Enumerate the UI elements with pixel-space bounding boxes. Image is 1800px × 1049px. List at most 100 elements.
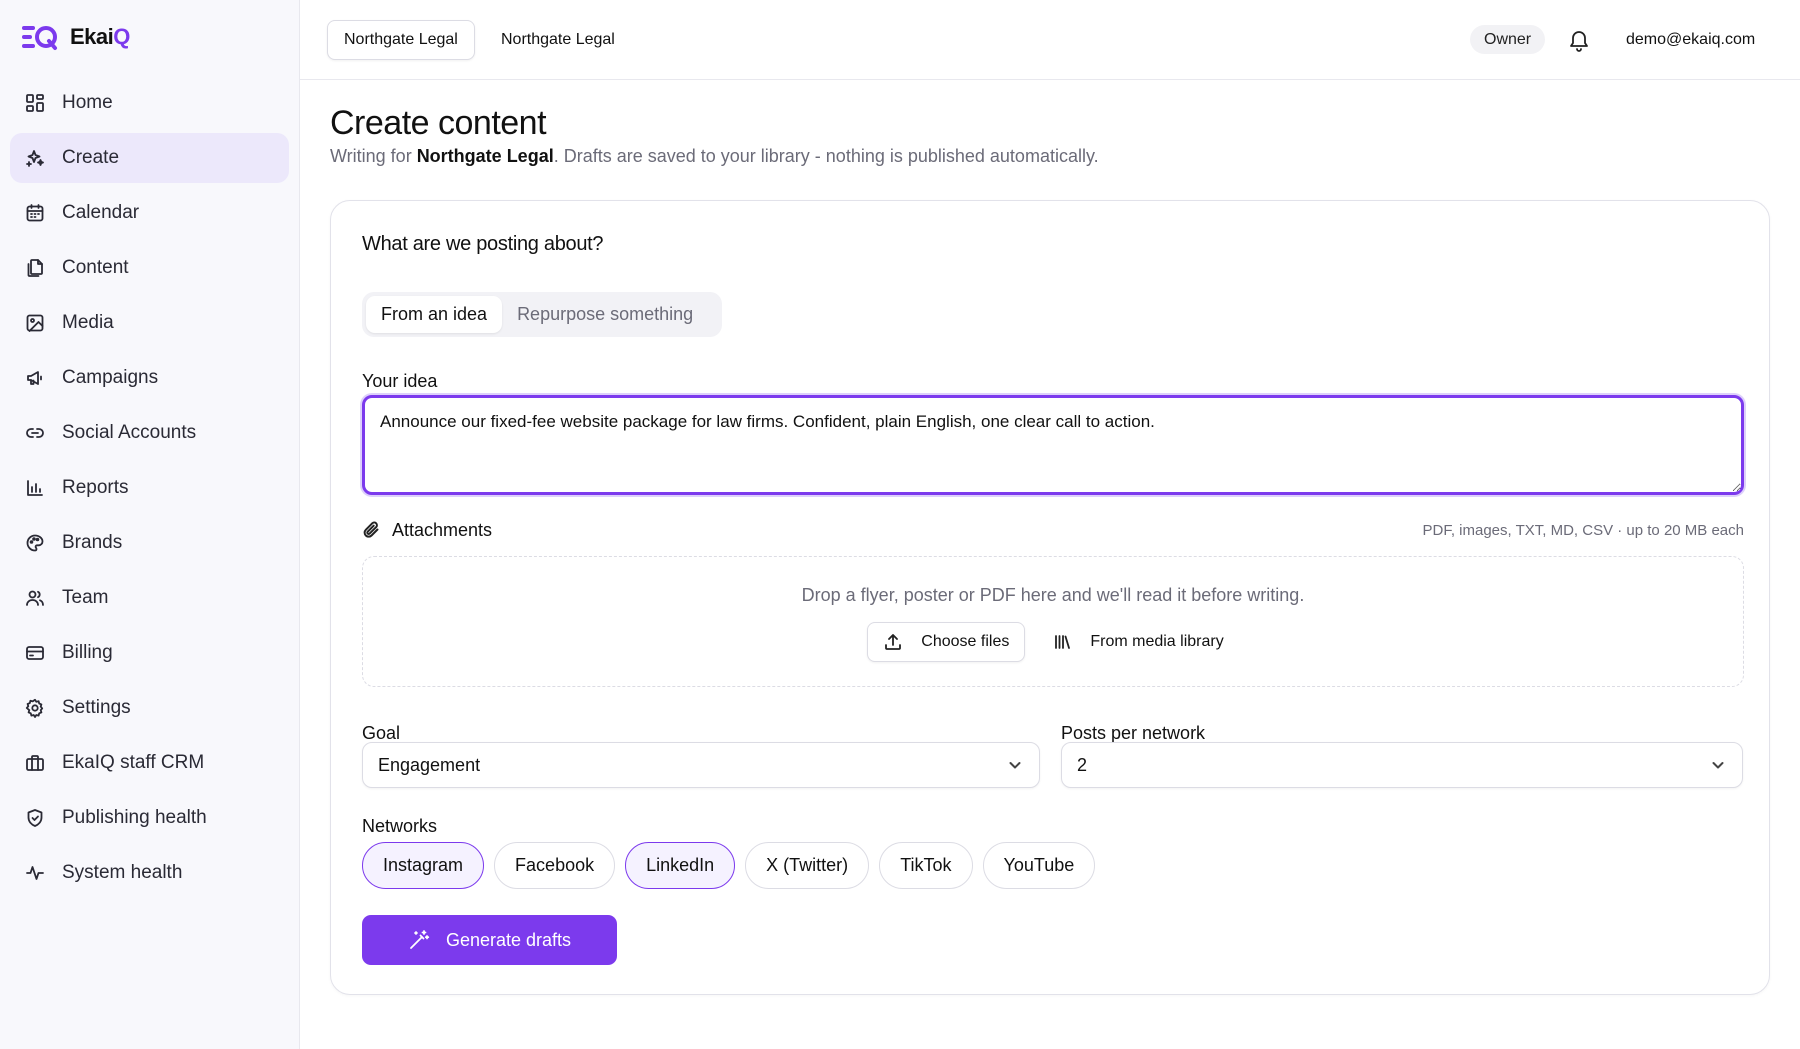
sidebar-item-label: Reports xyxy=(62,477,129,498)
sidebar-item-campaigns[interactable]: Campaigns xyxy=(10,353,289,403)
media-library-label: From media library xyxy=(1090,633,1224,650)
briefcase-icon xyxy=(26,755,44,771)
generate-drafts-button[interactable]: Generate drafts xyxy=(362,915,617,965)
sidebar-nav: Home Create Calendar Content Media Campa… xyxy=(10,78,289,903)
palette-icon xyxy=(26,534,44,552)
sidebar-item-calendar[interactable]: Calendar xyxy=(10,188,289,238)
card-heading: What are we posting about? xyxy=(362,233,604,255)
link-icon xyxy=(26,428,44,438)
choose-files-label: Choose files xyxy=(921,633,1010,650)
dropzone-text: Drop a flyer, poster or PDF here and we'… xyxy=(801,585,1305,605)
bell-icon xyxy=(1570,31,1588,52)
posts-per-network-value: 2 xyxy=(1077,754,1088,775)
sidebar-item-label: Campaigns xyxy=(62,367,159,388)
generate-drafts-label: Generate drafts xyxy=(445,929,572,950)
sidebar-item-label: Social Accounts xyxy=(62,422,197,443)
activity-icon xyxy=(26,866,44,880)
chevron-down-icon xyxy=(1009,762,1021,769)
network-chip-tiktok[interactable]: TikTok xyxy=(879,842,973,889)
goal-value: Engagement xyxy=(378,754,481,775)
sidebar-item-team[interactable]: Team xyxy=(10,573,289,623)
image-icon xyxy=(26,314,44,332)
sidebar-item-label: System health xyxy=(62,862,183,883)
chevron-down-icon xyxy=(1712,762,1724,769)
logo-text: EkaiQ xyxy=(70,24,130,49)
sidebar-item-billing[interactable]: Billing xyxy=(10,628,289,678)
sidebar-item-home[interactable]: Home xyxy=(10,78,289,128)
ekaiq-logo-icon xyxy=(22,26,57,50)
calendar-icon xyxy=(26,204,44,222)
media-library-button[interactable]: From media library xyxy=(1037,622,1238,662)
sidebar-item-create[interactable]: Create xyxy=(10,133,289,183)
posts-per-network-label: Posts per network xyxy=(1061,723,1206,743)
sidebar-item-label: Brands xyxy=(62,532,123,553)
shield-icon xyxy=(27,809,43,827)
network-chip-linkedin[interactable]: LinkedIn xyxy=(625,842,736,889)
network-chip-youtube[interactable]: YouTube xyxy=(982,842,1096,889)
tab-from-idea[interactable]: From an idea xyxy=(366,296,503,333)
sidebar: EkaiQ Home Create Calendar Content Media… xyxy=(0,0,300,1049)
sidebar-item-settings[interactable]: Settings xyxy=(10,683,289,733)
role-badge: Owner xyxy=(1470,25,1546,54)
sidebar-item-label: Team xyxy=(62,587,109,608)
networks-label: Networks xyxy=(362,816,438,836)
attachments-label: Attachments xyxy=(392,519,493,540)
sidebar-item-label: Content xyxy=(62,257,129,278)
page-subtitle: Writing for Northgate Legal. Drafts are … xyxy=(330,146,1099,166)
sparkles-icon xyxy=(26,150,44,167)
sidebar-item-label: Settings xyxy=(62,697,131,718)
sidebar-item-label: Publishing health xyxy=(62,807,207,828)
sidebar-item-label: Home xyxy=(62,92,113,113)
workspace-link[interactable]: Northgate Legal xyxy=(485,20,631,60)
sidebar-item-media[interactable]: Media xyxy=(10,298,289,348)
magic-wand-icon xyxy=(410,930,430,949)
tab-repurpose[interactable]: Repurpose something xyxy=(502,296,708,333)
attachments-header: Attachments PDF, images, TXT, MD, CSV · … xyxy=(362,517,1744,543)
goal-label: Goal xyxy=(362,723,401,743)
choose-files-button[interactable]: Choose files xyxy=(867,622,1026,662)
megaphone-icon xyxy=(27,371,42,385)
sidebar-item-label: Create xyxy=(62,147,120,168)
sidebar-item-label: Media xyxy=(62,312,114,333)
sidebar-item-reports[interactable]: Reports xyxy=(10,463,289,513)
idea-label: Your idea xyxy=(362,371,438,391)
network-chip-x-twitter[interactable]: X (Twitter) xyxy=(745,842,870,889)
topbar: Northgate Legal Northgate Legal Owner de… xyxy=(300,0,1800,80)
mode-segmented-control: From an idea Repurpose something xyxy=(362,292,722,337)
dashboard-icon xyxy=(26,94,44,112)
bar-chart-icon xyxy=(27,480,43,496)
attachments-dropzone[interactable]: Drop a flyer, poster or PDF here and we'… xyxy=(362,556,1744,687)
sidebar-item-label: EkaIQ staff CRM xyxy=(62,752,205,773)
posts-per-network-select[interactable]: 2 xyxy=(1061,742,1743,788)
user-menu[interactable]: demo@ekaiq.com xyxy=(1626,20,1755,60)
upload-icon xyxy=(885,634,902,650)
notifications-button[interactable] xyxy=(1568,28,1590,52)
sidebar-item-content[interactable]: Content xyxy=(10,243,289,293)
sidebar-item-social-accounts[interactable]: Social Accounts xyxy=(10,408,289,458)
attachments-hint: PDF, images, TXT, MD, CSV · up to 20 MB … xyxy=(1422,521,1744,539)
credit-card-icon xyxy=(26,646,44,660)
sidebar-item-staff-crm[interactable]: EkaIQ staff CRM xyxy=(10,738,289,788)
paperclip-icon xyxy=(363,521,379,538)
dropzone-buttons: Choose files From media library xyxy=(363,622,1743,662)
logo[interactable]: EkaiQ xyxy=(20,22,130,52)
network-chip-facebook[interactable]: Facebook xyxy=(494,842,616,889)
sidebar-item-system-health[interactable]: System health xyxy=(10,848,289,898)
sidebar-item-publishing-health[interactable]: Publishing health xyxy=(10,793,289,843)
idea-textarea[interactable]: Announce our fixed-fee website package f… xyxy=(362,395,1744,495)
users-icon xyxy=(26,590,44,606)
sidebar-item-label: Billing xyxy=(62,642,113,663)
library-icon xyxy=(1055,635,1071,649)
page-title: Create content xyxy=(330,104,547,142)
subtitle-brand: Northgate Legal xyxy=(416,146,554,166)
documents-icon xyxy=(27,259,43,277)
gear-icon xyxy=(25,698,44,718)
goal-select[interactable]: Engagement xyxy=(362,742,1040,788)
create-content-card: What are we posting about? From an idea … xyxy=(330,200,1770,995)
workspace-switcher[interactable]: Northgate Legal xyxy=(327,20,475,60)
network-chip-instagram[interactable]: Instagram xyxy=(362,842,485,889)
networks-chips: Instagram Facebook LinkedIn X (Twitter) … xyxy=(362,842,1096,889)
sidebar-item-label: Calendar xyxy=(62,202,140,223)
attachments-title: Attachments xyxy=(362,520,492,541)
sidebar-item-brands[interactable]: Brands xyxy=(10,518,289,568)
